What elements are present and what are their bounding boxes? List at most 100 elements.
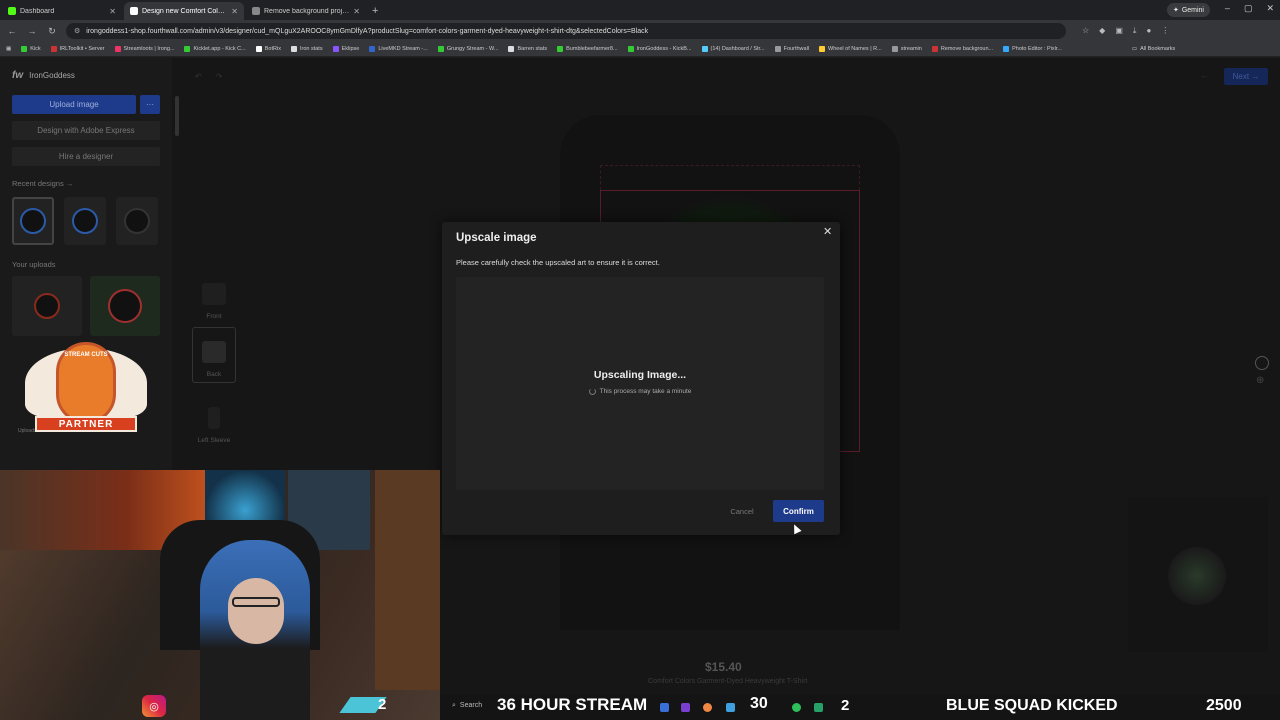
bookmark-item[interactable]: Kick [21,46,41,52]
more-options-button[interactable]: ··· [140,95,160,114]
recent-design-thumb[interactable] [116,197,158,245]
taskbar-search[interactable]: ⌕ Search [452,702,482,710]
bookmark-item[interactable]: Barren stats [508,46,547,52]
overlay-counter: 2 [841,697,850,714]
bookmark-item[interactable]: LiveMKD Stream -... [369,46,428,52]
menu-icon[interactable]: ⋮ [1161,26,1169,36]
zoom-in-icon[interactable]: ⊕ [1256,375,1264,386]
folder-icon: ▭ [1131,46,1138,52]
stream-cuts-partner-badge: STREAM CUTS PARTNER [25,340,147,450]
product-name: Comfort Colors Garment-Dyed Heavyweight … [648,678,808,685]
design-image [124,208,150,234]
bookmark-item[interactable]: Eklipse [332,46,359,52]
chrome-icon[interactable] [703,703,712,712]
new-tab-button[interactable]: + [372,5,378,17]
undo-icon[interactable]: ↶ [195,72,202,81]
bookmark-item[interactable]: (14) Dashboard / Str... [701,46,765,52]
gemini-button[interactable]: ✦ Gemini [1166,3,1210,17]
forward-icon[interactable]: → [26,26,38,36]
close-tab-icon[interactable]: ✕ [353,7,360,16]
bookmark-item[interactable]: Grungy Stream - W... [437,46,498,52]
reload-icon[interactable]: ↻ [46,26,58,37]
bookmarks-bar: ▦ Kick IRLToolkit • Server Streamloots |… [0,42,1280,57]
recent-design-thumb[interactable] [12,197,54,245]
adobe-express-button[interactable]: Design with Adobe Express [12,121,160,140]
close-tab-icon[interactable]: ✕ [231,7,238,16]
address-bar[interactable]: ⚙ irongoddess1-shop.fourthwall.com/admin/… [66,23,1066,39]
spinner-icon [588,388,596,395]
cancel-button[interactable]: Cancel [722,502,762,520]
extension-icon[interactable]: ◆ [1099,26,1105,36]
taskbar-app-icon[interactable] [660,703,669,712]
recent-design-thumb[interactable] [64,197,106,245]
view-front[interactable]: Front [192,268,236,324]
next-button[interactable]: Next → [1224,68,1268,85]
sleeve-thumb [208,407,220,429]
bookmark-item[interactable]: BotRix [255,46,281,52]
bookmark-item[interactable]: Wheel of Names | R... [819,46,882,52]
site-info-icon[interactable]: ⚙ [74,27,80,35]
back-icon[interactable]: ← [6,26,18,36]
product-price: $15.40 [705,660,742,674]
bookmark-item[interactable]: IRLToolkit • Server [50,46,105,52]
close-window-icon[interactable]: ✕ [1266,3,1274,14]
bookmark-icon [114,46,121,52]
taskbar-app-icon[interactable] [814,703,823,712]
extension-icon[interactable]: ▣ [1115,26,1123,36]
upload-image [34,293,60,319]
bookmark-item[interactable]: Streamloots | Irong... [114,46,174,52]
bookmark-item[interactable]: IronGoddess - KickB... [627,46,692,52]
preview-artwork [1168,547,1226,605]
search-icon: ⌕ [452,702,456,709]
taskbar-app-icon[interactable] [726,703,735,712]
dialog-description: Please carefully check the upscaled art … [456,258,660,267]
taskbar-app-icon[interactable] [681,703,690,712]
bookmark-item[interactable]: Iron stats [290,46,323,52]
bookmark-item[interactable]: Bumblebeefarmer8... [557,46,618,52]
bookmark-item[interactable]: Fourthwall [774,46,809,52]
store-brand[interactable]: fw IronGoddess [12,70,75,81]
taskbar-app-icon[interactable] [792,703,801,712]
upload-image [108,289,142,323]
close-icon[interactable]: ✕ [823,225,832,238]
bookmark-icon [701,46,708,52]
back-arrow-icon[interactable]: ← [1200,70,1209,80]
bookmark-icon [437,46,444,52]
your-uploads-heading: Your uploads [12,260,56,269]
tab-dashboard[interactable]: Dashboard ✕ [2,2,122,20]
hire-designer-button[interactable]: Hire a designer [12,147,160,166]
confirm-button[interactable]: Confirm [773,500,824,522]
view-left-sleeve[interactable]: Left Sleeve [192,392,236,448]
adobe-favicon-icon [252,7,260,15]
zoom-reset-icon[interactable] [1255,356,1269,370]
upscaling-substatus: This process may take a minute [456,388,824,395]
preview-panel [1128,497,1268,652]
redo-icon[interactable]: ↷ [216,72,223,81]
bookmark-item[interactable]: Photo Editor : Pixlr... [1003,46,1062,52]
bookmark-icon [369,46,376,52]
profile-icon[interactable]: ● [1146,26,1151,36]
apps-icon[interactable]: ▦ [6,46,11,52]
design-image [20,208,46,234]
tab-remove-bg[interactable]: Remove background project - I✕ [246,2,366,20]
upload-image-button[interactable]: Upload image [12,95,136,114]
webcam-door [375,470,440,690]
bookmark-star-icon[interactable]: ☆ [1082,26,1089,36]
upload-thumb[interactable] [12,276,82,336]
recent-designs-link[interactable]: Recent designs → [12,179,73,188]
overlay-counter: 2 [378,696,387,713]
minimize-icon[interactable]: – [1225,3,1230,14]
all-bookmarks[interactable]: ▭ All Bookmarks [1132,46,1175,52]
view-back[interactable]: Back [192,327,236,383]
bookmark-icon [290,46,297,52]
bookmark-item[interactable]: Kicklet.app - Kick C... [184,46,246,52]
close-tab-icon[interactable]: ✕ [109,7,116,16]
upload-thumb[interactable] [90,276,160,336]
download-icon[interactable]: ⤓ [1133,26,1137,36]
bookmark-item[interactable]: Remove backgroun... [931,46,993,52]
window-controls: – ▢ ✕ [1225,3,1274,14]
tab-designer[interactable]: Design new Comfort Colors Ga✕ [124,2,244,20]
panel-scrollbar[interactable] [175,96,179,136]
maximize-icon[interactable]: ▢ [1244,3,1253,14]
bookmark-item[interactable]: streamin [891,46,922,52]
